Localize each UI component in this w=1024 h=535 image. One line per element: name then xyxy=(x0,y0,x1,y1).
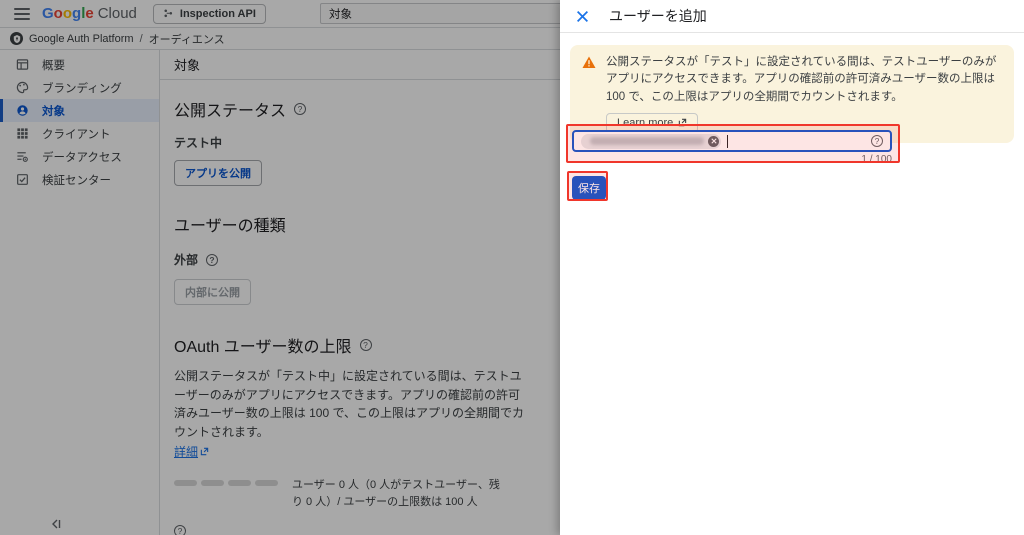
warning-alert: 公開ステータスが「テスト」に設定されている間は、テストユーザーのみがアプリにアク… xyxy=(570,45,1014,143)
user-count-indicator: 1 / 100 xyxy=(560,154,892,165)
panel-header: ユーザーを追加 xyxy=(560,0,1024,33)
add-users-panel: ユーザーを追加 公開ステータスが「テスト」に設定されている間は、テストユーザーの… xyxy=(560,0,1024,535)
save-button[interactable]: 保存 xyxy=(572,176,606,200)
close-icon[interactable] xyxy=(576,10,589,23)
remove-chip-icon[interactable] xyxy=(708,136,719,147)
text-cursor xyxy=(727,135,728,148)
learn-more-label: Learn more xyxy=(617,117,673,129)
email-chip xyxy=(581,134,721,149)
warning-icon xyxy=(582,56,596,69)
redacted-email-text xyxy=(590,137,704,145)
screen: Google Cloud Inspection API Google Auth … xyxy=(0,0,1024,535)
input-help-icon[interactable]: ? xyxy=(871,135,883,147)
external-link-icon xyxy=(678,118,687,127)
panel-title: ユーザーを追加 xyxy=(609,6,707,26)
alert-text: 公開ステータスが「テスト」に設定されている間は、テストユーザーのみがアプリにアク… xyxy=(606,54,1000,106)
test-user-email-input[interactable]: ? xyxy=(572,130,892,152)
